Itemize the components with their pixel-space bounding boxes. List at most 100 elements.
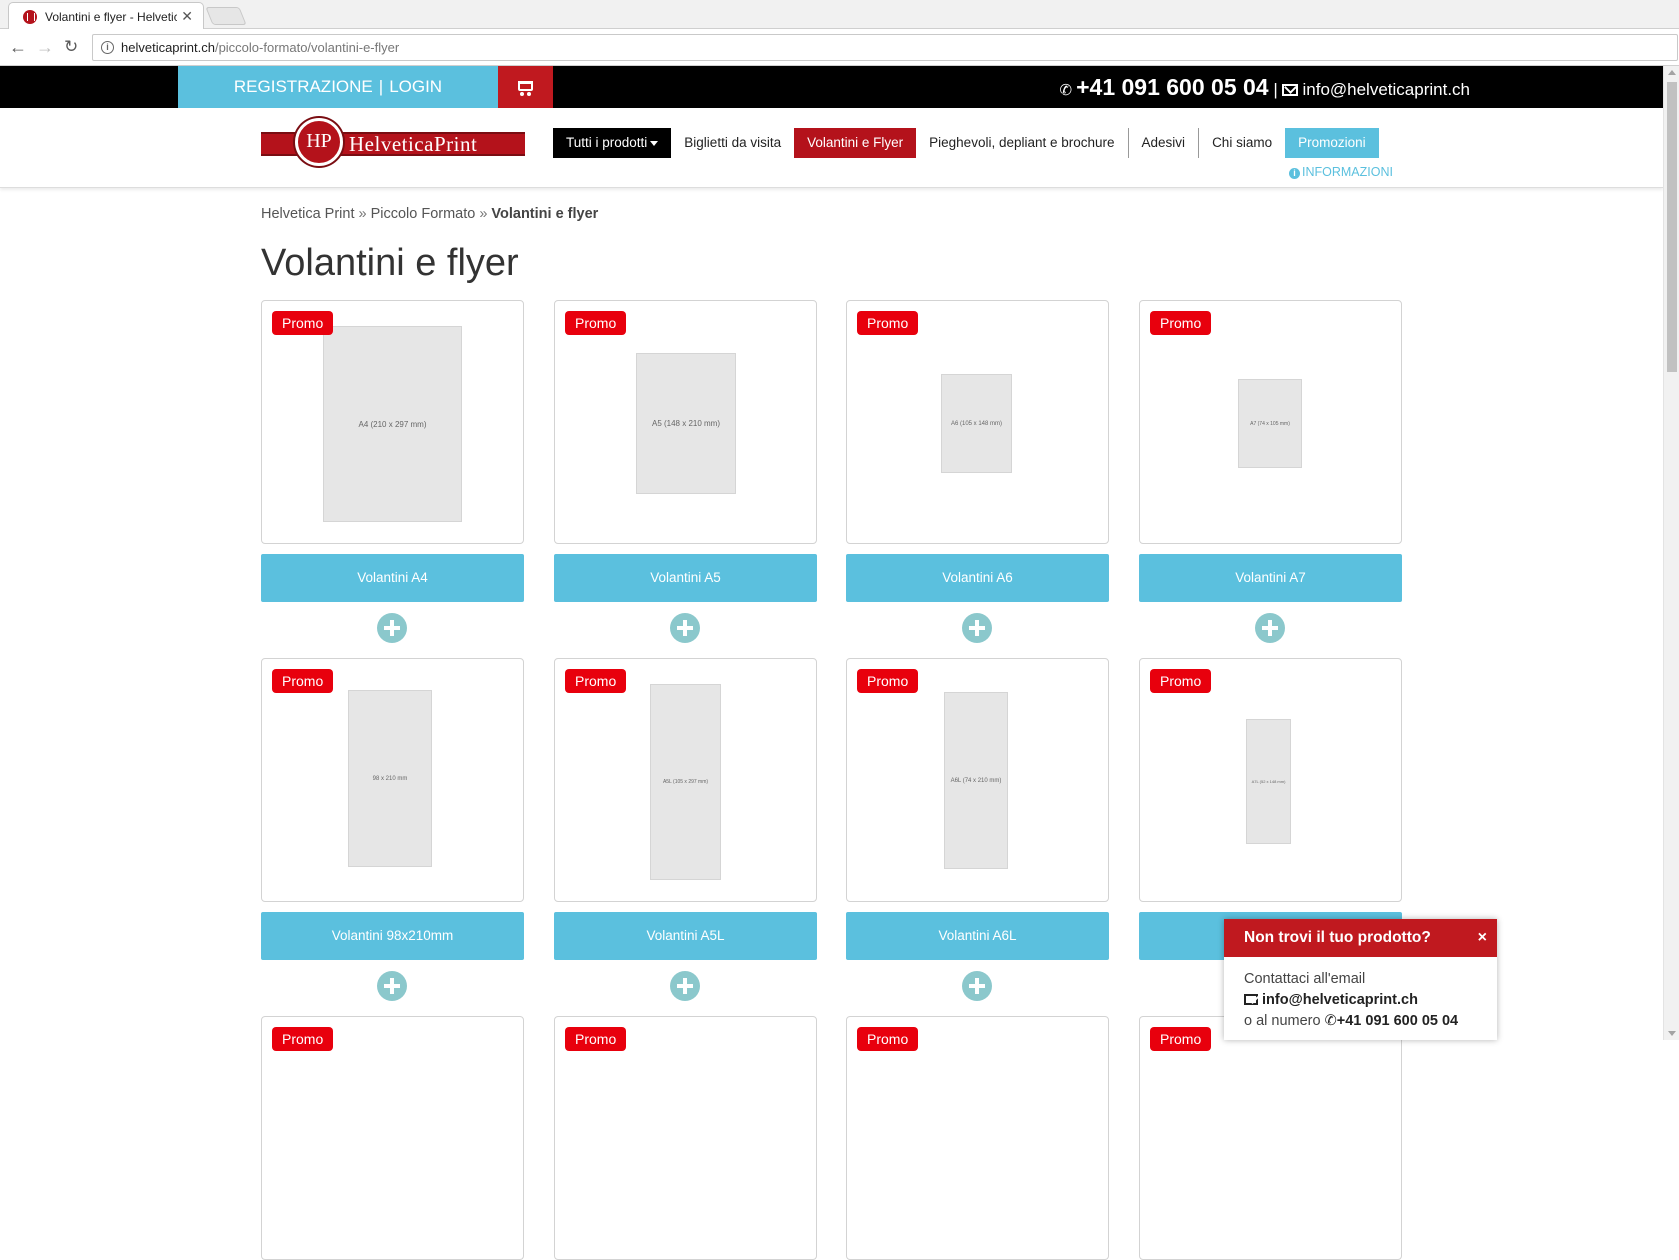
promo-badge: Promo <box>1150 669 1212 693</box>
product-image-card[interactable]: Promo <box>1139 1016 1402 1260</box>
envelope-icon <box>1244 994 1258 1005</box>
scroll-down-icon[interactable] <box>1668 1031 1676 1036</box>
product-button[interactable]: Volantini A7 <box>1139 554 1402 602</box>
top-bar: REGISTRAZIONE | LOGIN ✆ +41 091 600 05 04 |… <box>0 66 1663 108</box>
format-mockup: 98 x 210 mm <box>348 690 432 867</box>
product-image-card[interactable]: Promo <box>846 1016 1109 1260</box>
menu-item-tutti-i-prodotti[interactable]: Tutti i prodotti <box>553 128 672 158</box>
reload-icon[interactable]: ↻ <box>64 37 78 57</box>
breadcrumb-separator: » <box>479 206 488 222</box>
informazioni-link[interactable]: i INFORMAZIONI <box>1289 165 1393 179</box>
menu-item-pieghevoli[interactable]: Pieghevoli, depliant e brochure <box>916 128 1127 158</box>
breadcrumb: Helvetica Print» Piccolo Formato» Volantin… <box>261 206 598 222</box>
phone-icon: ✆ <box>1059 82 1073 99</box>
product-button[interactable]: Volantini 98x210mm <box>261 912 524 960</box>
back-arrow-icon[interactable]: ← <box>9 37 27 57</box>
menu-item-adesivi[interactable]: Adesivi <box>1127 128 1199 158</box>
contact-popup: Non trovi il tuo prodotto? × Contattaci … <box>1224 919 1497 1040</box>
product-image-card[interactable]: Promo A5 (148 x 210 mm) <box>554 300 817 544</box>
product-image-card[interactable]: Promo A6 (105 x 148 mm) <box>846 300 1109 544</box>
plus-circle-icon[interactable] <box>670 971 700 1001</box>
logo-text: HelveticaPrint <box>349 132 478 156</box>
top-contact: ✆ +41 091 600 05 04 | info@helveticaprint… <box>1060 66 1470 108</box>
envelope-icon <box>1282 84 1299 96</box>
product-image-card[interactable]: Promo <box>554 1016 817 1260</box>
menu-item-promozioni[interactable]: Promozioni <box>1285 128 1379 158</box>
popup-email[interactable]: info@helveticaprint.ch <box>1262 992 1418 1008</box>
breadcrumb-current: Volantini e flyer <box>491 206 599 222</box>
registrazione-link[interactable]: REGISTRAZIONE <box>234 77 373 96</box>
site-logo[interactable]: HP HelveticaPrint <box>261 118 525 166</box>
product-image-card[interactable]: Promo A4 (210 x 297 mm) <box>261 300 524 544</box>
login-link[interactable]: LOGIN <box>389 77 442 96</box>
top-phone[interactable]: +41 091 600 05 04 <box>1076 74 1269 100</box>
info-circle-icon: i <box>1289 168 1300 179</box>
promo-badge: Promo <box>857 311 919 335</box>
cart-button[interactable] <box>498 66 553 108</box>
product-image-card[interactable]: Promo A6L (74 x 210 mm) <box>846 658 1109 902</box>
popup-line-phone-intro: o al numero <box>1244 1013 1321 1029</box>
format-mockup: A7 (74 x 105 mm) <box>1238 379 1302 468</box>
tab-close-icon[interactable]: ✕ <box>181 8 193 25</box>
product-button[interactable]: Volantini A5L <box>554 912 817 960</box>
contact-separator: | <box>1273 80 1278 99</box>
plus-circle-icon[interactable] <box>1255 613 1285 643</box>
plus-circle-icon[interactable] <box>962 613 992 643</box>
plus-circle-icon[interactable] <box>670 613 700 643</box>
plus-circle-icon[interactable] <box>377 971 407 1001</box>
logo-seal: HP <box>295 118 343 166</box>
product-image-card[interactable]: Promo A7L (52 x 148 mm) <box>1139 658 1402 902</box>
product-button[interactable]: Volantini A4 <box>261 554 524 602</box>
product-button[interactable]: Volantini A5 <box>554 554 817 602</box>
scroll-up-icon[interactable] <box>1668 70 1676 75</box>
format-mockup: A6 (105 x 148 mm) <box>941 374 1012 473</box>
popup-phone[interactable]: +41 091 600 05 04 <box>1337 1013 1458 1029</box>
menu-item-chi-siamo[interactable]: Chi siamo <box>1198 128 1285 158</box>
breadcrumb-home[interactable]: Helvetica Print <box>261 206 354 222</box>
new-tab-button[interactable] <box>205 7 247 25</box>
format-mockup: A4 (210 x 297 mm) <box>323 326 462 522</box>
promo-badge: Promo <box>272 311 334 335</box>
promo-badge: Promo <box>1150 311 1212 335</box>
top-email[interactable]: info@helveticaprint.ch <box>1302 80 1470 99</box>
plus-circle-icon[interactable] <box>962 971 992 1001</box>
tab-title: Volantini e flyer - Helvetica <box>45 10 177 24</box>
plus-circle-icon[interactable] <box>377 613 407 643</box>
popup-header: Non trovi il tuo prodotto? × <box>1224 919 1497 957</box>
page-title: Volantini e flyer <box>261 242 519 284</box>
product-button[interactable]: Volantini A6 <box>846 554 1109 602</box>
favicon-icon <box>23 10 37 24</box>
popup-title: Non trovi il tuo prodotto? <box>1244 929 1431 946</box>
caret-down-icon <box>650 141 659 146</box>
account-separator: | <box>378 77 384 96</box>
product-image-card[interactable]: Promo <box>261 1016 524 1260</box>
popup-line-email-intro: Contattaci all'email <box>1244 971 1366 987</box>
scroll-thumb[interactable] <box>1667 82 1677 372</box>
menu-item-volantini-e-flyer[interactable]: Volantini e Flyer <box>794 128 917 158</box>
address-bar[interactable]: i helveticaprint.ch/piccolo-formato/vola… <box>92 34 1678 61</box>
site-info-icon[interactable]: i <box>101 41 114 54</box>
breadcrumb-piccolo-formato[interactable]: Piccolo Formato <box>371 206 476 222</box>
breadcrumb-separator: » <box>358 206 367 222</box>
promo-badge: Promo <box>565 1027 627 1051</box>
browser-tab[interactable]: Volantini e flyer - Helvetica ✕ <box>8 2 204 30</box>
close-icon[interactable]: × <box>1478 919 1487 957</box>
site-header: HP HelveticaPrint Tutti i prodotti Bigli… <box>0 108 1663 188</box>
promo-badge: Promo <box>272 1027 334 1051</box>
product-image-card[interactable]: Promo A7 (74 x 105 mm) <box>1139 300 1402 544</box>
product-button[interactable]: Volantini A6L <box>846 912 1109 960</box>
browser-toolbar: ← → ↻ i helveticaprint.ch/piccolo-format… <box>0 29 1679 66</box>
promo-badge: Promo <box>1150 1027 1212 1051</box>
product-image-card[interactable]: Promo A5L (105 x 297 mm) <box>554 658 817 902</box>
browser-tab-strip: Volantini e flyer - Helvetica ✕ <box>0 0 1679 30</box>
main-menu: Tutti i prodotti Biglietti da visita Vol… <box>553 128 1379 158</box>
cart-icon <box>518 81 533 96</box>
promo-badge: Promo <box>857 1027 919 1051</box>
promo-badge: Promo <box>272 669 334 693</box>
product-image-card[interactable]: Promo 98 x 210 mm <box>261 658 524 902</box>
forward-arrow-icon[interactable]: → <box>36 37 54 57</box>
promo-badge: Promo <box>565 669 627 693</box>
format-mockup: A5L (105 x 297 mm) <box>650 684 721 880</box>
page-scrollbar[interactable] <box>1663 66 1679 1040</box>
menu-item-biglietti-da-visita[interactable]: Biglietti da visita <box>671 128 794 158</box>
